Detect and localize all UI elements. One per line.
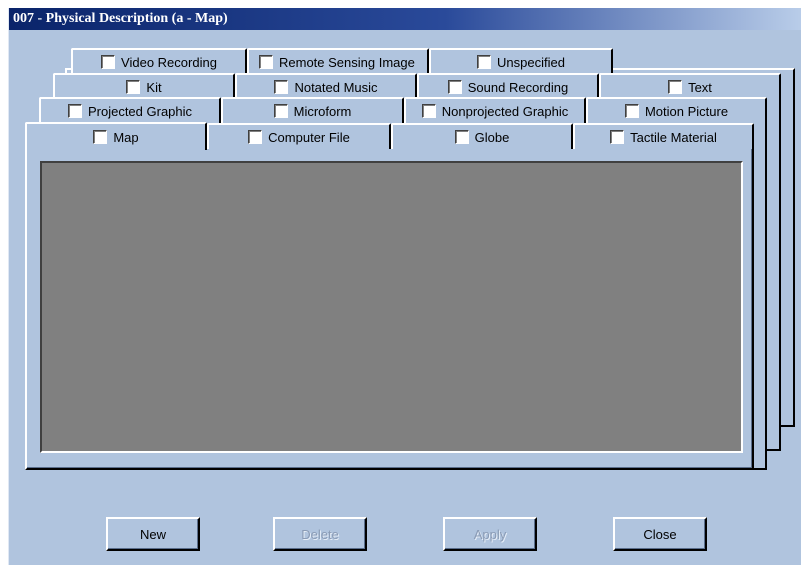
tab-globe-label: Globe — [474, 129, 510, 145]
projected-graphic-checkbox[interactable] — [67, 104, 82, 118]
tab-tactile-material-label: Tactile Material — [630, 129, 717, 145]
unspecified-checkbox[interactable] — [477, 55, 492, 69]
map-content-panel — [40, 161, 743, 453]
tab-unspecified[interactable]: Unspecified — [429, 48, 613, 74]
tab-projected-graphic[interactable]: Projected Graphic — [39, 97, 221, 123]
apply-button[interactable]: Apply — [443, 517, 537, 551]
tab-globe[interactable]: Globe — [391, 123, 573, 149]
tactile-material-checkbox[interactable] — [610, 130, 625, 144]
tab-map-label: Map — [113, 129, 139, 145]
tab-map[interactable]: Map — [25, 122, 207, 150]
map-checkbox[interactable] — [93, 130, 108, 144]
tab-video-recording-label: Video Recording — [121, 54, 217, 70]
tab-remote-sensing-image-label: Remote Sensing Image — [279, 54, 415, 70]
globe-checkbox[interactable] — [454, 130, 469, 144]
dialog-window: 007 - Physical Description (a - Map) Vid… — [8, 8, 801, 565]
text-checkbox[interactable] — [668, 80, 683, 94]
tab-text-label: Text — [688, 79, 712, 95]
tab-projected-graphic-label: Projected Graphic — [87, 103, 193, 119]
window-title: 007 - Physical Description (a - Map) — [9, 8, 801, 30]
motion-picture-checkbox[interactable] — [624, 104, 639, 118]
delete-button[interactable]: Delete — [273, 517, 367, 551]
tab-tactile-material[interactable]: Tactile Material — [573, 123, 754, 149]
sound-recording-checkbox[interactable] — [447, 80, 462, 94]
tab-unspecified-label: Unspecified — [497, 54, 565, 70]
tab-notated-music[interactable]: Notated Music — [235, 73, 417, 99]
tab-computer-file[interactable]: Computer File — [207, 123, 391, 149]
tab-text[interactable]: Text — [599, 73, 781, 99]
notated-music-checkbox[interactable] — [274, 80, 289, 94]
tab-microform-label: Microform — [293, 103, 352, 119]
tab-nonprojected-graphic[interactable]: Nonprojected Graphic — [404, 97, 586, 123]
new-button[interactable]: New — [106, 517, 200, 551]
video-recording-checkbox[interactable] — [101, 55, 116, 69]
tab-video-recording[interactable]: Video Recording — [71, 48, 247, 74]
tab-kit[interactable]: Kit — [53, 73, 235, 99]
kit-checkbox[interactable] — [126, 80, 141, 94]
tab-motion-picture-label: Motion Picture — [644, 103, 729, 119]
tab-nonprojected-graphic-label: Nonprojected Graphic — [441, 103, 569, 119]
tab-motion-picture[interactable]: Motion Picture — [586, 97, 767, 123]
tab-remote-sensing-image[interactable]: Remote Sensing Image — [247, 48, 429, 74]
tab-microform[interactable]: Microform — [221, 97, 404, 123]
remote-sensing-image-checkbox[interactable] — [259, 55, 273, 69]
nonprojected-graphic-checkbox[interactable] — [421, 104, 436, 118]
close-button[interactable]: Close — [613, 517, 707, 551]
microform-checkbox[interactable] — [273, 104, 288, 118]
tab-computer-file-label: Computer File — [268, 129, 350, 145]
computer-file-checkbox[interactable] — [248, 130, 263, 144]
tab-kit-label: Kit — [146, 79, 162, 95]
tab-sound-recording[interactable]: Sound Recording — [417, 73, 599, 99]
tab-sound-recording-label: Sound Recording — [467, 79, 569, 95]
tab-notated-music-label: Notated Music — [294, 79, 378, 95]
